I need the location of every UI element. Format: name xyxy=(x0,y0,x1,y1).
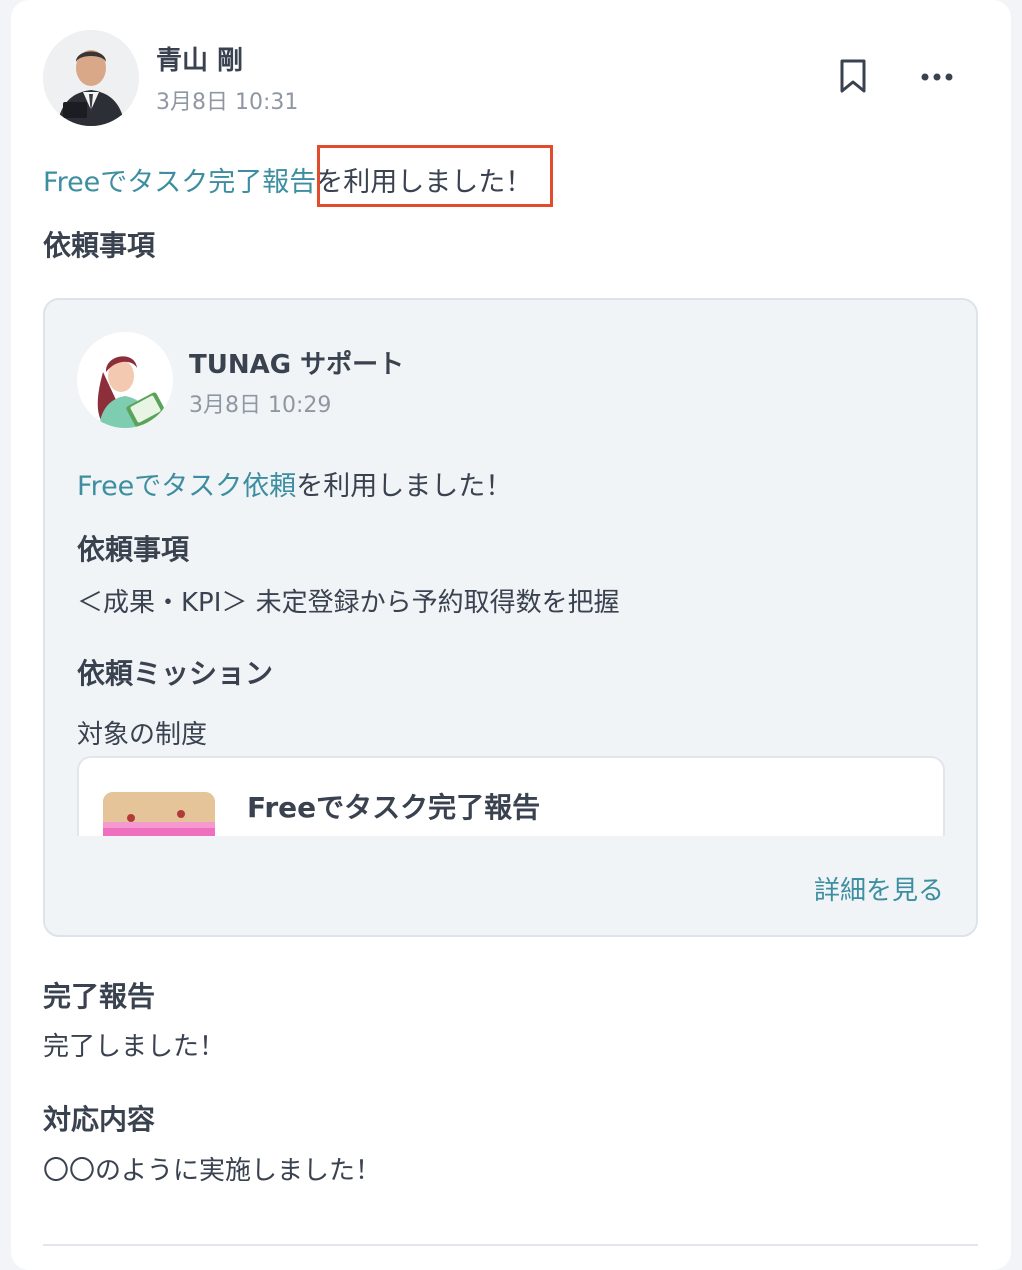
quoted-request-card[interactable]: TUNAG サポート 3月8日 10:29 Freeでタスク依頼を利用しました！… xyxy=(43,298,978,937)
thumbnail-image xyxy=(103,792,215,836)
quoted-request-heading: 依頼事項 xyxy=(77,533,190,566)
quoted-system-link[interactable]: Freeでタスク依頼 xyxy=(77,471,296,502)
bookmark-icon[interactable] xyxy=(838,58,868,94)
author-photo xyxy=(43,30,139,126)
support-avatar[interactable] xyxy=(77,332,173,428)
completion-text: 完了しました！ xyxy=(43,1032,226,1062)
more-icon[interactable] xyxy=(920,66,954,88)
view-details-link[interactable]: 詳細を見る xyxy=(814,870,944,907)
target-label: 対象の制度 xyxy=(77,720,208,750)
author-avatar[interactable] xyxy=(43,30,139,126)
system-title[interactable]: Freeでタスク完了報告 xyxy=(247,786,540,826)
support-timestamp: 3月8日 10:29 xyxy=(189,393,332,418)
support-author-name[interactable]: TUNAG サポート xyxy=(189,344,404,381)
quoted-usage-suffix: を利用しました！ xyxy=(296,471,513,502)
author-name[interactable]: 青山 剛 xyxy=(156,40,243,77)
system-card[interactable]: Freeでタスク完了報告 xyxy=(77,756,945,836)
divider xyxy=(43,1244,978,1246)
quoted-usage-line: Freeでタスク依頼を利用しました！ xyxy=(77,464,512,503)
request-heading: 依頼事項 xyxy=(43,229,156,262)
quoted-request-text: ＜成果・KPI＞ 未定登録から予約取得数を把握 xyxy=(77,588,620,618)
response-text: 〇〇のように実施しました！ xyxy=(43,1156,382,1186)
post-timestamp: 3月8日 10:31 xyxy=(156,90,299,115)
completion-heading: 完了報告 xyxy=(43,980,156,1013)
response-heading: 対応内容 xyxy=(43,1103,156,1136)
system-link[interactable]: Freeでタスク完了報告 xyxy=(43,167,316,198)
mission-heading: 依頼ミッション xyxy=(77,657,274,690)
support-illustration xyxy=(77,332,173,428)
highlight-box xyxy=(317,145,553,207)
system-thumbnail xyxy=(103,792,215,836)
